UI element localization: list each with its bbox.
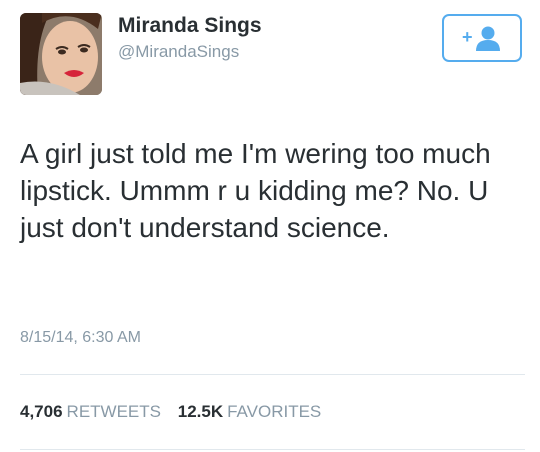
favorites-count: 12.5K: [177, 402, 224, 421]
tweet-timestamp[interactable]: 8/15/14, 6:30 AM: [20, 329, 141, 347]
avatar[interactable]: [20, 13, 102, 95]
tweet-card: Miranda Sings @MirandaSings + A girl jus…: [0, 0, 540, 452]
favorites-stat[interactable]: 12.5K FAVORITES: [178, 402, 322, 422]
retweets-stat[interactable]: 4,706 RETWEETS: [20, 402, 161, 422]
add-user-icon: +: [462, 26, 500, 51]
tweet-text: A girl just told me I'm wering too much …: [20, 138, 491, 243]
retweets-label: RETWEETS: [66, 402, 161, 421]
retweets-count: 4,706: [20, 402, 63, 421]
svg-text:+: +: [462, 27, 473, 47]
divider: [20, 374, 525, 375]
user-handle[interactable]: @MirandaSings: [118, 42, 239, 62]
avatar-photo: [20, 13, 102, 95]
user-display-name[interactable]: Miranda Sings: [118, 14, 262, 38]
follow-button[interactable]: +: [442, 14, 522, 62]
favorites-label: FAVORITES: [227, 402, 322, 421]
tweet-stats: 4,706 RETWEETS 12.5K FAVORITES: [20, 402, 321, 422]
divider: [20, 449, 525, 450]
